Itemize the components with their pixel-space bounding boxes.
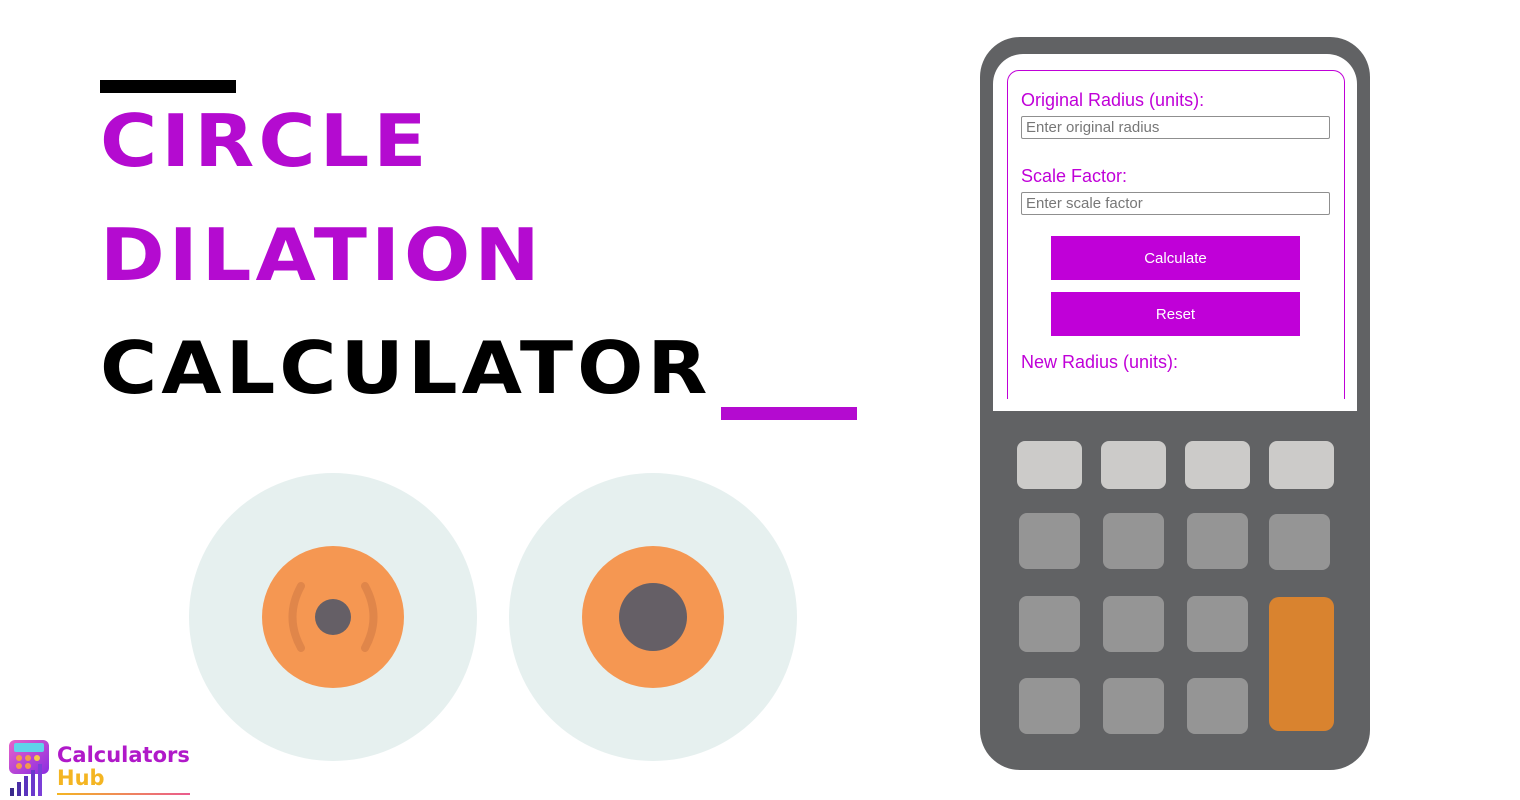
keypad-key — [1103, 678, 1164, 734]
original-radius-input[interactable] — [1021, 116, 1330, 139]
dilated-circle-center — [619, 583, 687, 651]
title-underline-decoration — [721, 407, 857, 420]
original-radius-label: Original Radius (units): — [1021, 90, 1205, 110]
reset-button[interactable]: Reset — [1051, 292, 1300, 336]
keypad-key — [1269, 441, 1334, 489]
keypad-key — [1103, 513, 1164, 569]
page-title-line-3: Calculator — [100, 327, 712, 411]
scale-factor-label: Scale Factor: — [1021, 166, 1128, 186]
calculators-hub-logo-icon — [9, 740, 49, 796]
keypad-key — [1187, 596, 1248, 652]
keypad-equals-key — [1269, 597, 1334, 731]
logo-text-calculators: Calculators — [57, 743, 190, 767]
keypad-key — [1019, 513, 1080, 569]
logo-underline — [57, 793, 190, 795]
keypad-key — [1017, 441, 1082, 489]
dilated-circle-icon — [509, 473, 797, 761]
keypad-key — [1185, 441, 1250, 489]
scale-factor-input[interactable] — [1021, 192, 1330, 215]
keypad-key — [1019, 596, 1080, 652]
original-circle-center — [315, 599, 351, 635]
calculate-button[interactable]: Calculate — [1051, 236, 1300, 280]
new-radius-label: New Radius (units): — [1021, 352, 1179, 372]
keypad-key — [1101, 441, 1166, 489]
page-title-line-2: Dilation — [100, 214, 544, 298]
keypad-key — [1103, 596, 1164, 652]
logo-text-hub: Hub — [57, 766, 105, 790]
keypad-key — [1187, 678, 1248, 734]
keypad-key — [1187, 513, 1248, 569]
page-title-line-1: Circle — [100, 100, 431, 184]
keypad-key — [1019, 678, 1080, 734]
title-decoration-bar — [100, 80, 236, 93]
keypad-key — [1269, 514, 1330, 570]
original-circle-icon — [189, 473, 477, 761]
